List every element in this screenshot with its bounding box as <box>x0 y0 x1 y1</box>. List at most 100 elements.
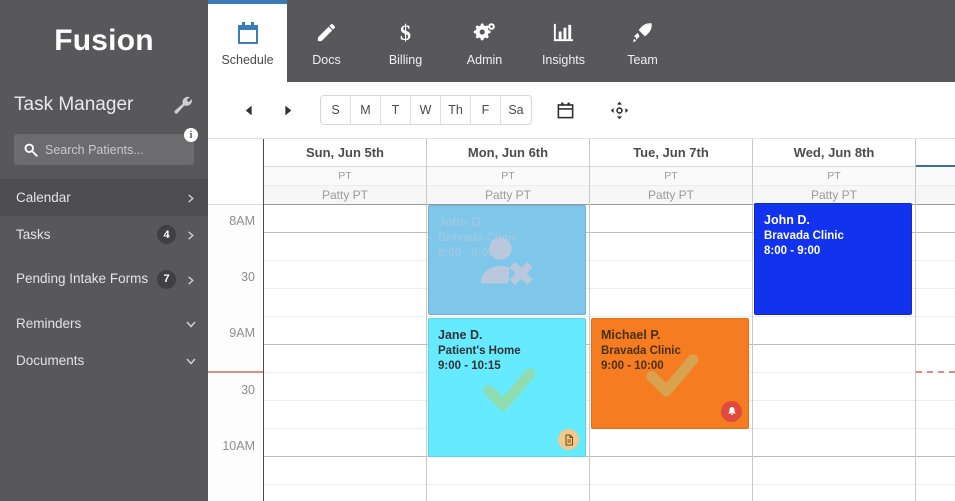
prev-week-button[interactable] <box>230 93 268 127</box>
time-slot[interactable] <box>264 289 426 317</box>
time-slot[interactable] <box>264 205 426 233</box>
time-slot[interactable] <box>753 373 915 401</box>
tab-billing[interactable]: $ Billing <box>366 0 445 82</box>
sidebar-item-calendar[interactable]: Calendar <box>0 179 208 216</box>
time-slot[interactable] <box>264 373 426 401</box>
time-slot[interactable] <box>916 401 955 429</box>
sidebar-item-label: Reminders <box>16 315 82 331</box>
bell-icon[interactable] <box>721 401 742 422</box>
check-icon <box>479 361 537 424</box>
column-day-label: Wed, Jun 8th <box>753 139 915 167</box>
time-slot[interactable] <box>753 317 915 345</box>
time-slot[interactable] <box>753 345 915 373</box>
day-toggle-sa[interactable]: Sa <box>501 96 531 124</box>
appointment-block[interactable]: John D. Bravada Clinic 8:00 - 9:00 <box>754 203 912 315</box>
time-slot[interactable] <box>264 261 426 289</box>
time-slot[interactable] <box>264 401 426 429</box>
time-slot[interactable] <box>264 485 426 501</box>
document-icon[interactable] <box>558 429 579 450</box>
time-slot[interactable] <box>590 205 752 233</box>
time-slot[interactable] <box>590 485 752 501</box>
day-toggle-w[interactable]: W <box>411 96 441 124</box>
day-toggle-t[interactable]: T <box>381 96 411 124</box>
column-header: Tue, Jun 7th PT Patty PT <box>590 139 752 205</box>
column-therapist <box>916 186 955 205</box>
day-columns: Sun, Jun 5th PT Patty PT Mon, Jun 6th PT… <box>264 139 955 501</box>
sidebar: Fusion Task Manager i Search Patients...… <box>0 0 208 501</box>
column-header <box>916 139 955 205</box>
time-slot[interactable] <box>264 317 426 345</box>
column-header: Sun, Jun 5th PT Patty PT <box>264 139 426 205</box>
time-slot[interactable] <box>264 429 426 457</box>
info-icon[interactable]: i <box>184 128 198 142</box>
appointment-block[interactable]: Michael P. Bravada Clinic 9:00 - 10:00 <box>591 318 749 429</box>
appointment-block[interactable]: John D. Bravada Clinic 8:00 - 9:00 <box>428 205 586 315</box>
day-toggle-th[interactable]: Th <box>441 96 471 124</box>
appointment-block[interactable]: Jane D. Patient's Home 9:00 - 10:15 <box>428 318 586 457</box>
time-slot[interactable] <box>590 261 752 289</box>
tab-schedule[interactable]: Schedule <box>208 0 287 82</box>
time-slot[interactable] <box>916 457 955 485</box>
day-toggle-m[interactable]: M <box>351 96 381 124</box>
sidebar-item-tasks[interactable]: Tasks 4 <box>0 216 208 253</box>
time-slot[interactable] <box>264 233 426 261</box>
time-slot[interactable] <box>753 485 915 501</box>
move-arrows-icon[interactable] <box>598 93 640 127</box>
time-slot[interactable] <box>916 261 955 289</box>
wrench-icon[interactable] <box>172 94 194 116</box>
chevron-down-icon <box>185 318 196 329</box>
sidebar-item-reminders[interactable]: Reminders <box>0 305 208 342</box>
time-label: 10AM <box>222 439 255 453</box>
time-slot[interactable] <box>753 457 915 485</box>
search-box[interactable] <box>14 134 194 165</box>
tab-team[interactable]: Team <box>603 0 682 82</box>
time-slot[interactable] <box>590 233 752 261</box>
appointment-patient: Jane D. <box>438 328 483 342</box>
slot-stack[interactable] <box>264 205 426 501</box>
day-column-next-partial <box>916 139 955 501</box>
time-label: 30 <box>241 383 255 397</box>
no-show-icon <box>477 232 539 299</box>
column-day-label: Tue, Jun 7th <box>590 139 752 167</box>
time-slot[interactable] <box>590 457 752 485</box>
day-toggle-f[interactable]: F <box>471 96 501 124</box>
chevron-right-icon <box>185 274 196 285</box>
sidebar-item-documents[interactable]: Documents <box>0 342 208 379</box>
slot-stack[interactable]: John D. Bravada Clinic 8:00 - 9:00 <box>753 203 915 501</box>
appointment-patient: John D. <box>438 215 484 229</box>
time-slot[interactable] <box>916 429 955 457</box>
time-slot[interactable] <box>753 401 915 429</box>
day-toggle-s[interactable]: S <box>321 96 351 124</box>
time-slot[interactable] <box>590 289 752 317</box>
next-week-button[interactable] <box>268 93 306 127</box>
search-input[interactable] <box>45 142 194 157</box>
tab-docs[interactable]: Docs <box>287 0 366 82</box>
time-slot[interactable] <box>753 429 915 457</box>
column-header: Wed, Jun 8th PT Patty PT <box>753 139 915 205</box>
tab-insights[interactable]: Insights <box>524 0 603 82</box>
time-slot[interactable] <box>916 233 955 261</box>
column-discipline <box>916 167 955 186</box>
time-slot[interactable] <box>916 317 955 345</box>
search-icon <box>23 142 38 157</box>
time-slot[interactable] <box>264 345 426 373</box>
time-slot[interactable] <box>916 345 955 373</box>
time-slot[interactable] <box>916 289 955 317</box>
column-therapist: Patty PT <box>590 186 752 205</box>
slot-stack[interactable]: Michael P. Bravada Clinic 9:00 - 10:00 <box>590 205 752 501</box>
time-slot[interactable] <box>916 373 955 401</box>
calendar-picker-icon[interactable] <box>544 93 586 127</box>
time-slot[interactable] <box>427 485 589 501</box>
sidebar-nav: Calendar Tasks 4 Pending Intake Forms 7 <box>0 179 208 379</box>
tab-label: Insights <box>541 53 586 67</box>
slot-stack[interactable]: John D. Bravada Clinic 8:00 - 9:00 <box>427 205 589 501</box>
tab-label: Docs <box>312 53 341 67</box>
time-slot[interactable] <box>427 457 589 485</box>
tab-admin[interactable]: Admin <box>445 0 524 82</box>
time-slot[interactable] <box>264 457 426 485</box>
time-slot[interactable] <box>916 205 955 233</box>
slot-stack[interactable] <box>916 205 955 501</box>
time-slot[interactable] <box>916 485 955 501</box>
sidebar-item-pending-intake-forms[interactable]: Pending Intake Forms 7 <box>0 253 208 305</box>
time-slot[interactable] <box>590 429 752 457</box>
